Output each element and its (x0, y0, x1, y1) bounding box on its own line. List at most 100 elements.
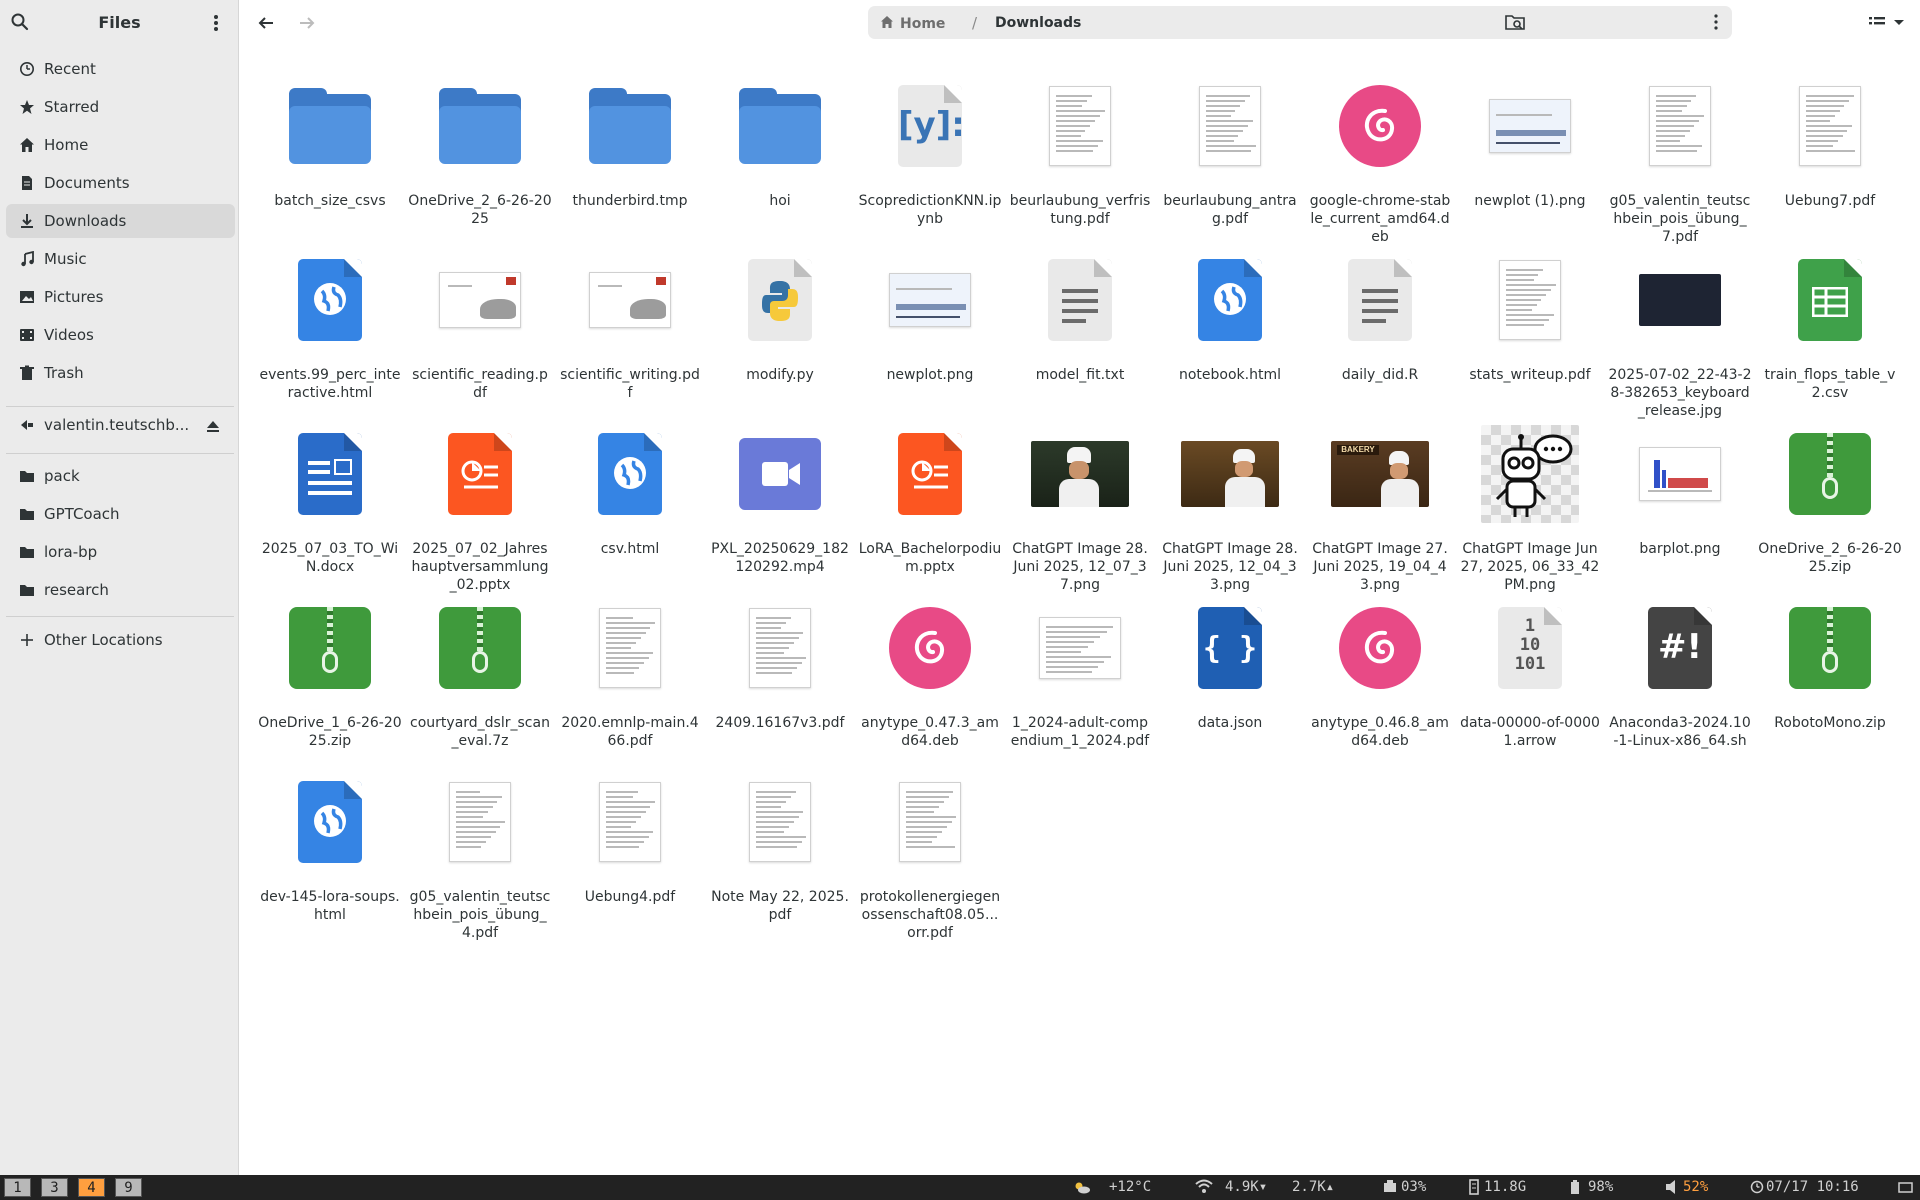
file-name: notebook.html (1178, 367, 1281, 383)
file-item[interactable]: 1_2024-adult-compendium_1_2024.pdf (1006, 590, 1154, 760)
file-item[interactable]: scientific_reading.pdf (406, 242, 554, 412)
file-item[interactable]: g05_valentin_teutschbein_pois_übung_4.pd… (406, 764, 554, 941)
search-location-icon[interactable] (1504, 11, 1528, 35)
file-name: 1_2024-adult-compendium_1_2024.pdf (1010, 715, 1150, 749)
cpu-icon (1382, 1179, 1398, 1199)
file-item[interactable]: stats_writeup.pdf (1456, 242, 1604, 412)
eject-icon[interactable] (206, 418, 220, 432)
notification-icon[interactable] (1898, 1179, 1914, 1199)
file-item[interactable]: OneDrive_1_6-26-2025.zip (256, 590, 404, 760)
sidebar-item-network-share[interactable]: valentin.teutschb... (6, 408, 235, 442)
sidebar-item-downloads[interactable]: Downloads (6, 204, 235, 238)
file-item[interactable]: barplot.png (1606, 416, 1754, 586)
folder-item[interactable]: thunderbird.tmp (556, 68, 704, 238)
file-item[interactable]: newplot.png (856, 242, 1004, 412)
breadcrumb-current[interactable]: Downloads (995, 15, 1081, 31)
video-file-icon (739, 438, 821, 510)
file-item[interactable]: OneDrive_2_6-26-2025.zip (1756, 416, 1904, 586)
file-item[interactable]: 1 10 101 data-00000-of-00001.arrow (1456, 590, 1604, 760)
image-thumbnail-icon (1639, 274, 1721, 326)
file-icon-container: 1 10 101 (1480, 598, 1580, 698)
file-item[interactable]: daily_did.R (1306, 242, 1454, 412)
workspace-button[interactable]: 9 (115, 1178, 142, 1197)
file-item[interactable]: courtyard_dslr_scan_eval.7z (406, 590, 554, 760)
volume-value: 52% (1683, 1179, 1709, 1195)
sidebar-item-recent[interactable]: Recent (6, 52, 235, 86)
sidebar-item-other-locations[interactable]: Other Locations (6, 623, 235, 657)
file-icon-container (430, 424, 530, 524)
file-item[interactable]: ChatGPT Image Jun 27, 2025, 06_33_42 PM.… (1456, 416, 1604, 593)
file-item[interactable]: events.99_perc_interactive.html (256, 242, 404, 412)
sidebar-bookmark-lora-bp[interactable]: lora-bp (6, 535, 235, 569)
file-item[interactable]: google-chrome-stable_current_amd64.deb (1306, 68, 1454, 245)
folder-item[interactable]: hoi (706, 68, 854, 238)
sidebar-item-videos[interactable]: Videos (6, 318, 235, 352)
view-list-icon[interactable] (1866, 11, 1890, 35)
sidebar-item-music[interactable]: Music (6, 242, 235, 276)
file-item[interactable]: ChatGPT Image 28. Juni 2025, 12_04_33.pn… (1156, 416, 1304, 593)
file-item[interactable]: 2025_07_03_TO_WiN.docx (256, 416, 404, 586)
folder-item[interactable]: batch_size_csvs (256, 68, 404, 238)
file-icon-container (280, 250, 380, 350)
file-item[interactable]: { } data.json (1156, 590, 1304, 760)
file-item[interactable]: 2025-07-02_22-43-28-382653_keyboard_rele… (1606, 242, 1754, 419)
file-item[interactable]: anytype_0.47.3_amd64.deb (856, 590, 1004, 760)
file-item[interactable]: 2025_07_02_Jahreshauptversammlung_02.ppt… (406, 416, 554, 593)
file-item[interactable]: RobotoMono.zip (1756, 590, 1904, 760)
sidebar-item-trash[interactable]: Trash (6, 356, 235, 390)
file-item[interactable]: 2409.16167v3.pdf (706, 590, 854, 760)
sidebar-item-starred[interactable]: Starred (6, 90, 235, 124)
sidebar-item-home[interactable]: Home (6, 128, 235, 162)
file-name: csv.html (600, 541, 660, 557)
file-icon-container (1480, 250, 1580, 350)
file-name: google-chrome-stable_current_amd64.deb (1309, 193, 1451, 245)
file-item[interactable]: notebook.html (1156, 242, 1304, 412)
sidebar-bookmark-gptcoach[interactable]: GPTCoach (6, 497, 235, 531)
file-name: RobotoMono.zip (1774, 715, 1886, 731)
file-item[interactable]: anytype_0.46.8_amd64.deb (1306, 590, 1454, 760)
file-item[interactable]: BAKERY ChatGPT Image 27. Juni 2025, 19_04… (1306, 416, 1454, 593)
file-item[interactable]: newplot (1).png (1456, 68, 1604, 238)
file-item[interactable]: beurlaubung_verfristung.pdf (1006, 68, 1154, 238)
pdf-thumbnail-icon (599, 782, 661, 862)
sidebar-item-pictures[interactable]: Pictures (6, 280, 235, 314)
sidebar-bookmark-research[interactable]: research (6, 573, 235, 607)
breadcrumb-home[interactable]: Home (880, 15, 945, 33)
file-name: g05_valentin_teutschbein_pois_übung_4.pd… (409, 889, 551, 941)
file-item[interactable]: train_flops_table_v2.csv (1756, 242, 1904, 412)
folder-item[interactable]: OneDrive_2_6-26-2025 (406, 68, 554, 238)
workspace-button[interactable]: 4 (78, 1178, 105, 1197)
file-item[interactable]: scientific_writing.pdf (556, 242, 704, 412)
file-item[interactable]: csv.html (556, 416, 704, 586)
file-item[interactable]: Uebung7.pdf (1756, 68, 1904, 238)
sidebar-bookmark-pack[interactable]: pack (6, 459, 235, 493)
workspace-button[interactable]: 3 (41, 1178, 68, 1197)
file-item[interactable]: Note May 22, 2025.pdf (706, 764, 854, 934)
workspace-button[interactable]: 1 (4, 1178, 31, 1197)
file-item[interactable]: Uebung4.pdf (556, 764, 704, 934)
file-item[interactable]: dev-145-lora-soups.html (256, 764, 404, 934)
file-name: LoRA_Bachelorpodium.pptx (858, 541, 1002, 575)
file-item[interactable]: PXL_20250629_182120292.mp4 (706, 416, 854, 586)
back-button[interactable] (255, 11, 279, 35)
sidebar-item-documents[interactable]: Documents (6, 166, 235, 200)
chevron-down-icon[interactable] (1890, 11, 1914, 35)
file-icon-container (280, 424, 380, 524)
file-item[interactable]: g05_valentin_teutschbein_pois_übung_7.pd… (1606, 68, 1754, 245)
file-item[interactable]: LoRA_Bachelorpodium.pptx (856, 416, 1004, 586)
file-item[interactable]: ChatGPT Image 28. Juni 2025, 12_07_37.pn… (1006, 416, 1154, 593)
cpu-value: 03% (1401, 1179, 1427, 1195)
file-item[interactable]: beurlaubung_antrag.pdf (1156, 68, 1304, 238)
folder-icon (19, 582, 35, 598)
file-item[interactable]: protokollenergiegenossenschaft08.05...or… (856, 764, 1004, 941)
picture-icon (19, 289, 35, 305)
file-item[interactable]: modify.py (706, 242, 854, 412)
main-menu-icon[interactable] (206, 11, 226, 35)
path-menu-icon[interactable] (1706, 11, 1726, 33)
file-item[interactable]: model_fit.txt (1006, 242, 1154, 412)
forward-button[interactable] (294, 11, 318, 35)
file-item[interactable]: 2020.emnlp-main.466.pdf (556, 590, 704, 760)
file-item[interactable]: #! Anaconda3-2024.10-1-Linux-x86_64.sh (1606, 590, 1754, 760)
file-icon-container (1030, 250, 1130, 350)
file-item[interactable]: [y]: ScopredictionKNN.ipynb (856, 68, 1004, 238)
